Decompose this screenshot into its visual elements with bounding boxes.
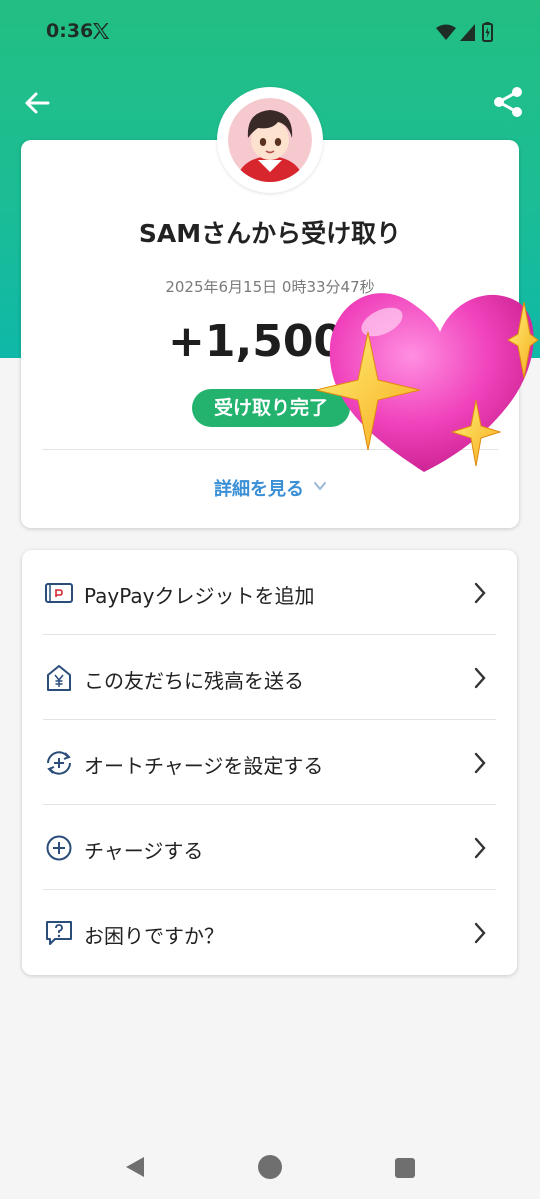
menu-card: PayPayクレジットを追加 この友だちに残高を送る オートチャージを設定する … — [22, 550, 517, 975]
status-bar: 0:36 — [0, 0, 540, 66]
share-icon[interactable] — [490, 84, 526, 120]
signal-icon — [460, 24, 475, 41]
screen: 0:36 SAMさんから受け取り 2025年6月15日 0時33分47秒 +1,… — [0, 0, 540, 1199]
chevron-right-icon — [474, 582, 486, 604]
menu-item-help[interactable]: お困りですか？ — [22, 890, 517, 975]
sparkling-heart-icon — [315, 293, 539, 472]
menu-item-label: チャージする — [84, 839, 204, 863]
chevron-right-icon — [474, 837, 486, 859]
menu-item-label: PayPayクレジットを追加 — [84, 584, 315, 608]
view-details-link[interactable]: 詳細を見る — [214, 475, 304, 501]
plus-circle-icon — [46, 835, 72, 861]
menu-item-label: お困りですか？ — [84, 924, 224, 948]
nav-back-icon[interactable] — [124, 1156, 146, 1178]
chevron-right-icon — [474, 752, 486, 774]
menu-item-charge[interactable]: チャージする — [22, 805, 517, 890]
menu-item-label: この友だちに残高を送る — [84, 669, 304, 693]
battery-icon — [482, 22, 493, 42]
avatar — [228, 98, 312, 182]
menu-item-add-credit[interactable]: PayPayクレジットを追加 — [22, 550, 517, 635]
send-yen-icon — [47, 665, 71, 691]
chevron-down-icon[interactable] — [312, 479, 328, 493]
status-time: 0:36 — [46, 20, 94, 42]
menu-item-label: オートチャージを設定する — [84, 754, 324, 778]
credit-card-icon — [45, 583, 73, 603]
help-chat-icon — [46, 921, 72, 945]
chevron-right-icon — [474, 667, 486, 689]
nav-recents-icon[interactable] — [395, 1158, 415, 1178]
back-arrow-icon[interactable] — [22, 88, 52, 118]
nav-home-icon[interactable] — [258, 1155, 282, 1179]
x-logo-icon — [93, 23, 109, 39]
wifi-icon — [436, 24, 456, 40]
menu-item-auto-charge[interactable]: オートチャージを設定する — [22, 720, 517, 805]
receipt-title: SAMさんから受け取り — [138, 219, 402, 248]
auto-charge-icon — [47, 751, 71, 775]
menu-item-send-balance[interactable]: この友だちに残高を送る — [22, 635, 517, 720]
chevron-right-icon — [474, 922, 486, 944]
